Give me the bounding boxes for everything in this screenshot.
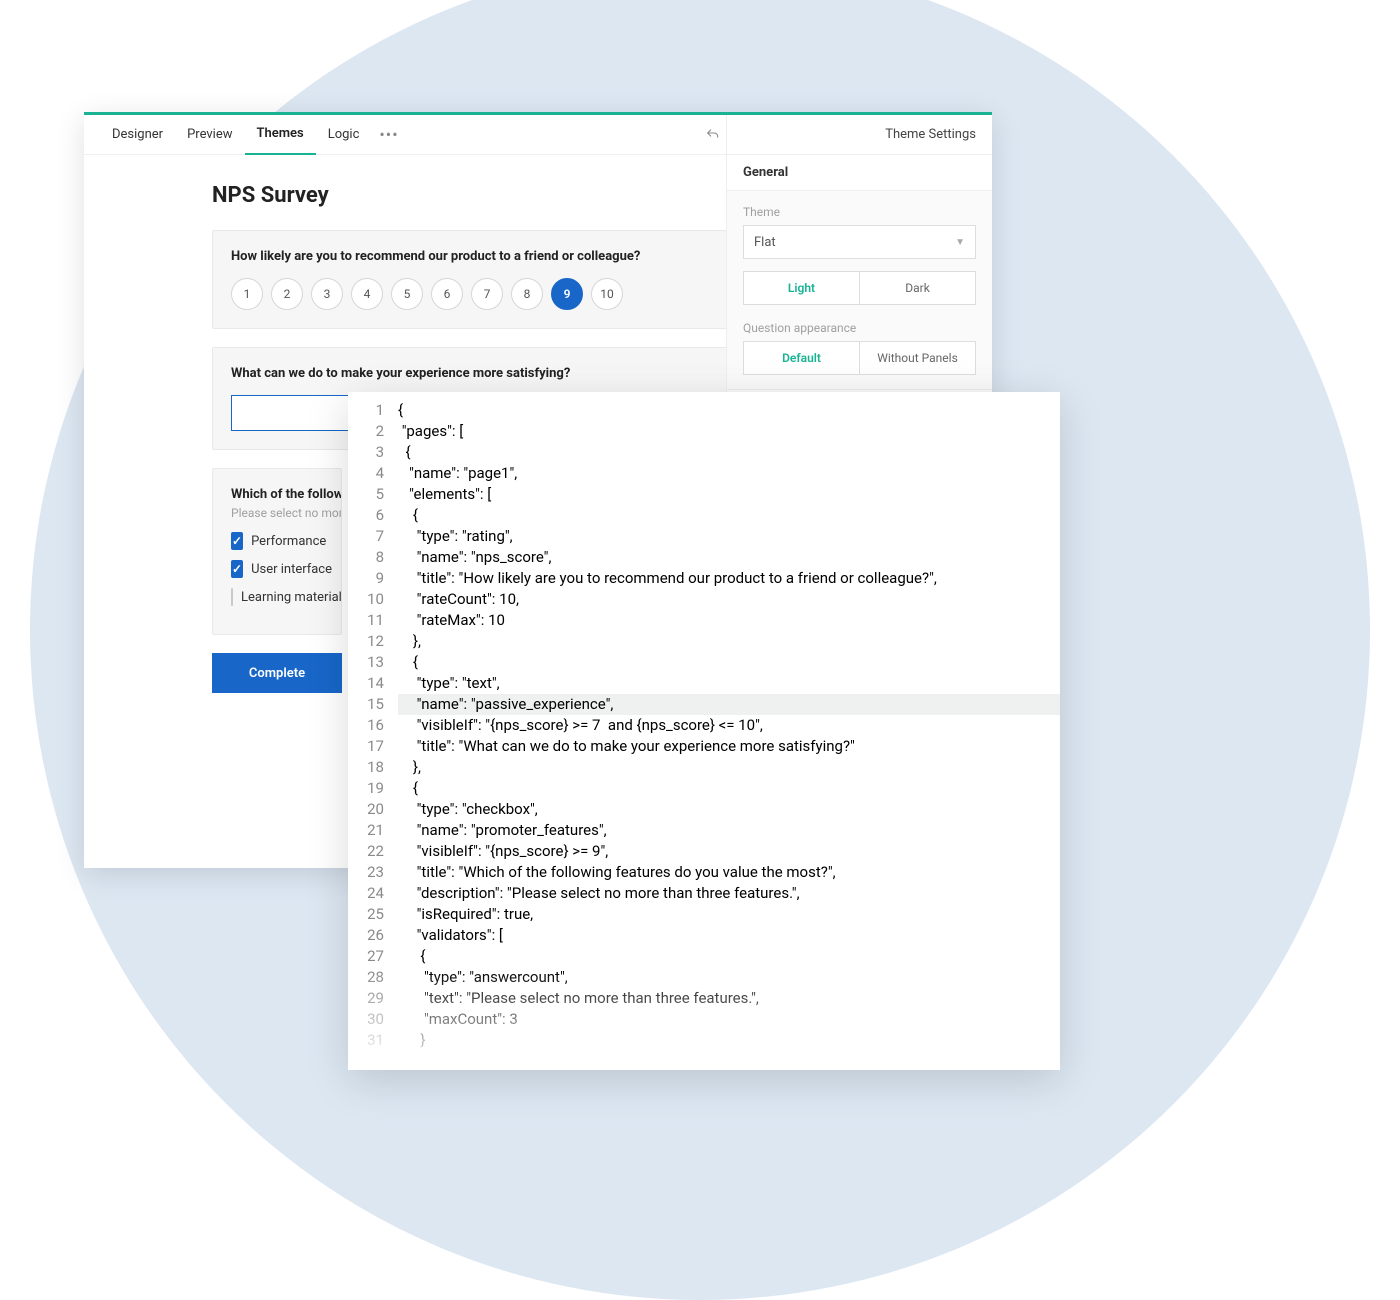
rating-7[interactable]: 7 <box>471 278 503 310</box>
rating-8[interactable]: 8 <box>511 278 543 310</box>
panel-title: Theme Settings <box>727 115 992 155</box>
code-line[interactable]: { <box>398 400 1060 421</box>
more-tabs-icon[interactable]: ••• <box>371 125 406 144</box>
code-line[interactable]: "title": "What can we do to make your ex… <box>398 736 1060 757</box>
section-general[interactable]: General <box>727 155 992 191</box>
qa-label: Question appearance <box>743 321 976 335</box>
code-line[interactable]: { <box>398 505 1060 526</box>
code-line[interactable]: "visibleIf": "{nps_score} >= 7 and {nps_… <box>398 715 1060 736</box>
theme-select[interactable]: Flat▼ <box>743 225 976 259</box>
tab-preview[interactable]: Preview <box>175 115 244 155</box>
rating-4[interactable]: 4 <box>351 278 383 310</box>
question-checkbox: Which of the following f Please select n… <box>212 468 342 635</box>
code-line[interactable]: "name": "promoter_features", <box>398 820 1060 841</box>
q3-title: Which of the following f <box>231 487 323 502</box>
rating-6[interactable]: 6 <box>431 278 463 310</box>
code-line[interactable]: { <box>398 652 1060 673</box>
code-line[interactable]: "pages": [ <box>398 421 1060 442</box>
code-line[interactable]: "type": "checkbox", <box>398 799 1060 820</box>
code-line[interactable]: "rateMax": 10 <box>398 610 1060 631</box>
code-line[interactable]: "type": "rating", <box>398 526 1060 547</box>
qa-toggle: Default Without Panels <box>743 341 976 375</box>
undo-icon[interactable] <box>704 126 722 144</box>
cb-label: Performance <box>251 534 326 549</box>
toggle-dark[interactable]: Dark <box>860 272 975 304</box>
code-line[interactable]: "isRequired": true, <box>398 904 1060 925</box>
code-line[interactable]: }, <box>398 631 1060 652</box>
rating-3[interactable]: 3 <box>311 278 343 310</box>
tab-themes[interactable]: Themes <box>245 115 316 155</box>
code-line[interactable]: "elements": [ <box>398 484 1060 505</box>
toggle-light[interactable]: Light <box>744 272 860 304</box>
code-line[interactable]: "rateCount": 10, <box>398 589 1060 610</box>
light-dark-toggle: Light Dark <box>743 271 976 305</box>
rating-10[interactable]: 10 <box>591 278 623 310</box>
q3-desc: Please select no more th <box>231 506 323 520</box>
cb-label: User interface <box>251 562 332 577</box>
code-line[interactable]: { <box>398 778 1060 799</box>
rating-5[interactable]: 5 <box>391 278 423 310</box>
code-line[interactable]: "title": "How likely are you to recommen… <box>398 568 1060 589</box>
line-gutter: 1234567891011121314151617181920212223242… <box>348 392 392 1070</box>
code-line[interactable]: "description": "Please select no more th… <box>398 883 1060 904</box>
code-line[interactable]: { <box>398 946 1060 967</box>
tab-designer[interactable]: Designer <box>100 115 175 155</box>
code-line[interactable]: }, <box>398 757 1060 778</box>
complete-button[interactable]: Complete <box>212 653 342 693</box>
code-line[interactable]: "visibleIf": "{nps_score} >= 9", <box>398 841 1060 862</box>
rating-2[interactable]: 2 <box>271 278 303 310</box>
code-line[interactable]: "name": "page1", <box>398 463 1060 484</box>
code-line[interactable]: "validators": [ <box>398 925 1060 946</box>
rating-1[interactable]: 1 <box>231 278 263 310</box>
checkbox-ui[interactable] <box>231 560 243 578</box>
code-body[interactable]: { "pages": [ { "name": "page1", "element… <box>392 392 1060 1070</box>
code-line[interactable]: "title": "Which of the following feature… <box>398 862 1060 883</box>
chevron-down-icon: ▼ <box>955 237 965 248</box>
code-line[interactable]: "name": "passive_experience", <box>398 694 1060 715</box>
cb-label: Learning materials <box>241 590 342 605</box>
checkbox-learning[interactable] <box>231 588 233 606</box>
toggle-without-panels[interactable]: Without Panels <box>860 342 975 374</box>
checkbox-performance[interactable] <box>231 532 243 550</box>
theme-label: Theme <box>743 205 976 219</box>
code-editor-window: 1234567891011121314151617181920212223242… <box>348 392 1060 1070</box>
code-line[interactable]: "type": "text", <box>398 673 1060 694</box>
toggle-default[interactable]: Default <box>744 342 860 374</box>
code-line[interactable]: { <box>398 442 1060 463</box>
rating-9[interactable]: 9 <box>551 278 583 310</box>
tab-logic[interactable]: Logic <box>316 115 372 155</box>
code-line[interactable]: "name": "nps_score", <box>398 547 1060 568</box>
